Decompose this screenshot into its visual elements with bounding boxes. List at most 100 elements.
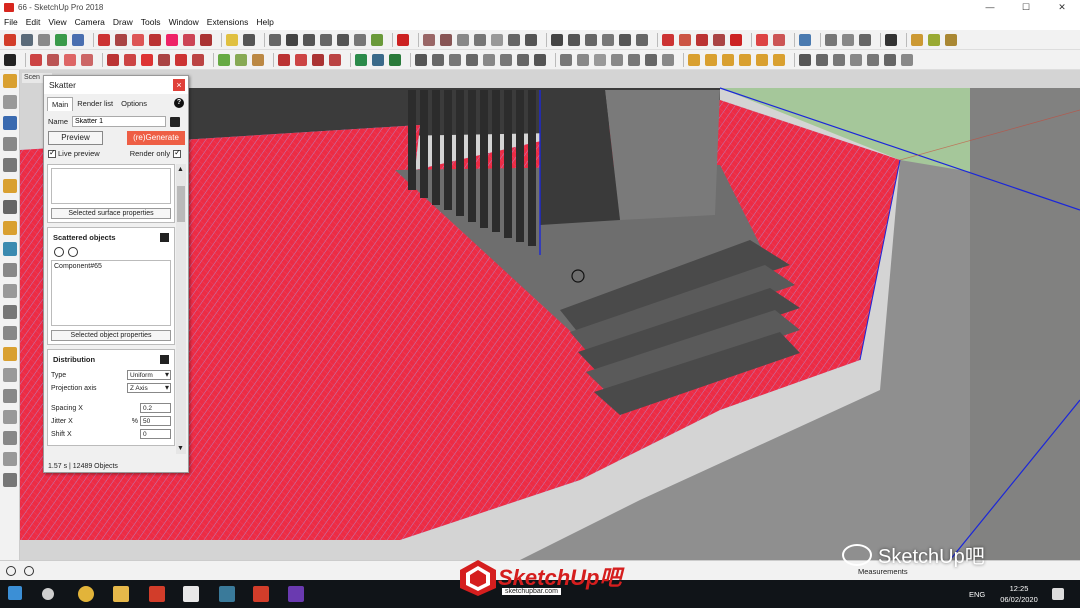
v-tool-16-icon[interactable]	[3, 389, 17, 403]
v-tool-1-icon[interactable]	[3, 74, 17, 88]
pan-icon[interactable]	[585, 33, 597, 46]
menu-tools[interactable]: Tools	[141, 17, 161, 27]
v-tool-19-icon[interactable]	[3, 452, 17, 466]
help-icon[interactable]: ?	[174, 98, 184, 108]
language-indicator[interactable]: ENG	[969, 590, 985, 599]
skatter-scroll-area[interactable]: Selected surface properties Scattered ob…	[47, 164, 175, 454]
menu-file[interactable]: File	[4, 17, 18, 27]
scatter-paint-icon[interactable]	[132, 33, 144, 46]
menu-camera[interactable]: Camera	[75, 17, 105, 27]
wrench-icon[interactable]	[243, 33, 255, 46]
tab-render-list[interactable]: Render list	[73, 97, 117, 111]
back-view-icon[interactable]	[337, 33, 349, 46]
vray-icon[interactable]	[662, 33, 674, 46]
wireframe-icon[interactable]	[491, 33, 503, 46]
sandbox-4-icon[interactable]	[329, 53, 341, 66]
skatter-tool-icon[interactable]	[98, 33, 110, 46]
followme-icon[interactable]	[158, 53, 170, 66]
windows-start-icon[interactable]	[8, 586, 22, 600]
v-tool-15-icon[interactable]	[3, 368, 17, 382]
v-tool-9-icon[interactable]	[3, 242, 17, 256]
tab-options[interactable]: Options	[117, 97, 151, 111]
backedge-icon[interactable]	[474, 33, 486, 46]
tools-5-icon[interactable]	[517, 53, 529, 66]
list-item[interactable]: Component#65	[54, 263, 168, 270]
scatter-erase-icon[interactable]	[149, 33, 161, 46]
projection-dropdown[interactable]: Z Axis	[127, 383, 171, 393]
cloud-icon[interactable]	[449, 53, 461, 66]
style-icon[interactable]	[423, 33, 435, 46]
info-icon[interactable]	[6, 566, 16, 576]
grass-icon[interactable]	[371, 33, 383, 46]
camera-icon[interactable]	[551, 33, 563, 46]
section-icon[interactable]	[560, 53, 572, 66]
spacing-input[interactable]: 0.2	[140, 403, 171, 413]
v-tool-13-icon[interactable]	[3, 326, 17, 340]
menu-extensions[interactable]: Extensions	[207, 17, 249, 27]
shape-6-icon[interactable]	[884, 53, 896, 66]
menu-window[interactable]: Window	[169, 17, 199, 27]
front-view-icon[interactable]	[303, 33, 315, 46]
scroll-up-icon[interactable]: ▲	[177, 166, 184, 173]
section-4-icon[interactable]	[611, 53, 623, 66]
style-2-icon[interactable]	[440, 33, 452, 46]
brick-icon[interactable]	[397, 33, 409, 46]
jitter-input[interactable]: 50	[140, 416, 171, 426]
geo-1-icon[interactable]	[688, 53, 700, 66]
sun-icon[interactable]	[226, 33, 238, 46]
offset-icon[interactable]	[192, 53, 204, 66]
pushpull-icon[interactable]	[124, 53, 136, 66]
name-input[interactable]	[72, 116, 167, 127]
menu-help[interactable]: Help	[256, 17, 273, 27]
new-model-icon[interactable]	[4, 33, 16, 46]
surface-props-button[interactable]: Selected surface properties	[51, 208, 171, 219]
visual-studio-icon[interactable]	[288, 586, 304, 602]
section-2-icon[interactable]	[577, 53, 589, 66]
scatter-library-icon[interactable]	[183, 33, 195, 46]
dimension-icon[interactable]	[235, 53, 247, 66]
objects-list[interactable]: Component#65	[51, 260, 171, 326]
section-6-icon[interactable]	[645, 53, 657, 66]
preview-button[interactable]: Preview	[48, 131, 103, 145]
v-tool-6-icon[interactable]	[3, 179, 17, 193]
plugin-a-icon[interactable]	[911, 33, 923, 46]
tools-2-icon[interactable]	[466, 53, 478, 66]
surfaces-list[interactable]	[51, 168, 171, 204]
v-tool-17-icon[interactable]	[3, 410, 17, 424]
hidden-line-icon[interactable]	[508, 33, 520, 46]
vray-settings-icon[interactable]	[713, 33, 725, 46]
shape-1-icon[interactable]	[799, 53, 811, 66]
right-view-icon[interactable]	[320, 33, 332, 46]
zoom-extents-icon[interactable]	[619, 33, 631, 46]
arc-icon[interactable]	[81, 53, 93, 66]
menu-draw[interactable]: Draw	[113, 17, 133, 27]
left-view-icon[interactable]	[354, 33, 366, 46]
tools-4-icon[interactable]	[500, 53, 512, 66]
pin-3-icon[interactable]	[859, 33, 871, 46]
geo-2-icon[interactable]	[705, 53, 717, 66]
geo-3-icon[interactable]	[722, 53, 734, 66]
scroll-down-icon[interactable]: ▼	[177, 445, 184, 452]
geo-6-icon[interactable]	[773, 53, 785, 66]
save-icon[interactable]	[170, 116, 181, 127]
top-view-icon[interactable]	[286, 33, 298, 46]
shape-3-icon[interactable]	[833, 53, 845, 66]
collapse-icon[interactable]	[160, 355, 169, 364]
vray-sphere-icon[interactable]	[773, 33, 785, 46]
v-tool-3-icon[interactable]	[3, 116, 17, 130]
plugin-b-icon[interactable]	[928, 33, 940, 46]
shape-5-icon[interactable]	[867, 53, 879, 66]
skatter-close-button[interactable]: ×	[173, 79, 185, 91]
scatter-render-icon[interactable]	[200, 33, 212, 46]
v-tool-8-icon[interactable]	[3, 221, 17, 235]
close-window-button[interactable]: ✕	[1044, 0, 1080, 14]
xray-icon[interactable]	[457, 33, 469, 46]
maximize-button[interactable]: ☐	[1008, 0, 1044, 14]
v-tool-10-icon[interactable]	[3, 263, 17, 277]
v-tool-7-icon[interactable]	[3, 200, 17, 214]
v-tool-11-icon[interactable]	[3, 284, 17, 298]
orbit-icon[interactable]	[568, 33, 580, 46]
shape-2-icon[interactable]	[816, 53, 828, 66]
scale-icon[interactable]	[175, 53, 187, 66]
skatter-scrollbar[interactable]: ▲ ▼	[176, 164, 186, 454]
